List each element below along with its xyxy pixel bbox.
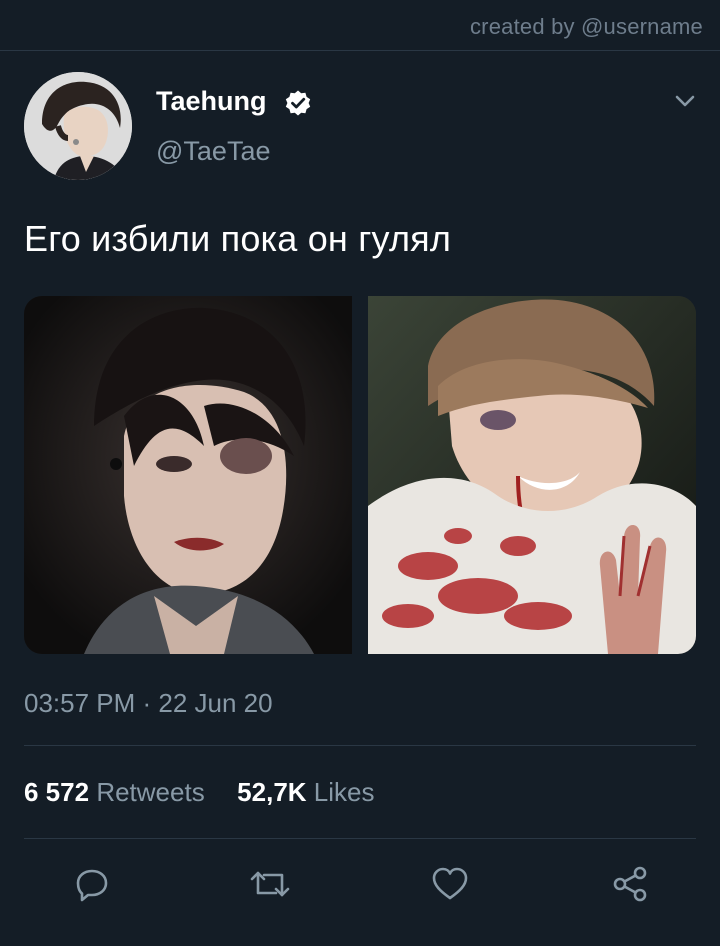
- retweets-label[interactable]: Retweets: [96, 777, 204, 807]
- reply-icon: [76, 869, 108, 902]
- retweet-button[interactable]: [248, 862, 292, 906]
- stats-divider-top: [24, 745, 696, 746]
- like-button[interactable]: [428, 862, 472, 906]
- tweet-screen: created by @username Taehung @TaeTae Его…: [0, 0, 720, 946]
- tweet-photo-left[interactable]: [24, 296, 352, 654]
- user-handle[interactable]: @TaeTae: [156, 136, 270, 167]
- stats-divider-bottom: [24, 838, 696, 839]
- watermark-label: created by @username: [469, 14, 703, 39]
- photo-portrait-painting: [368, 296, 696, 654]
- avatar[interactable]: [24, 72, 132, 180]
- share-button[interactable]: [608, 862, 652, 906]
- tweet-timestamp: 03:57 PM · 22 Jun 20: [24, 688, 273, 718]
- display-name[interactable]: Taehung: [156, 86, 267, 117]
- retweet-icon: [250, 871, 290, 897]
- like-icon: [432, 867, 468, 900]
- tweet-text: Его избили пока он гулял: [24, 218, 452, 259]
- photo-portrait-dark: [24, 296, 352, 654]
- avatar-photo: [24, 72, 132, 180]
- chevron-down-icon[interactable]: [674, 92, 696, 110]
- header-divider: [0, 50, 720, 51]
- likes-count[interactable]: 52,7K: [237, 777, 306, 807]
- tweet-photo-right[interactable]: [368, 296, 696, 654]
- likes-label[interactable]: Likes: [314, 777, 375, 807]
- retweets-count[interactable]: 6 572: [24, 777, 89, 807]
- share-icon: [613, 866, 647, 902]
- reply-button[interactable]: [70, 862, 114, 906]
- verified-badge-icon: [285, 90, 311, 116]
- tweet-stats: 6 572 Retweets 52,7K Likes: [24, 777, 375, 808]
